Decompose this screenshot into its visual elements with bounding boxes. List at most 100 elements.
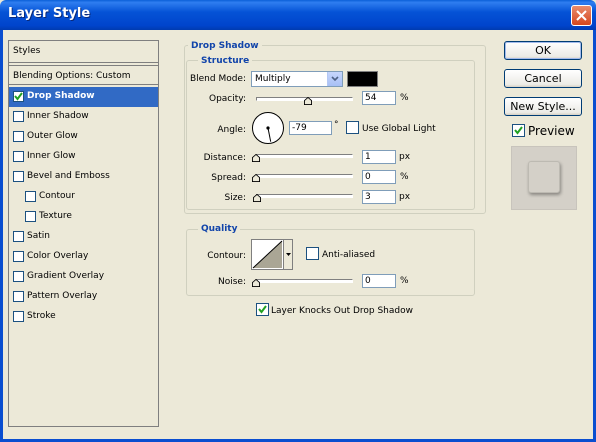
- blending-options-item[interactable]: Blending Options: Custom: [9, 65, 158, 85]
- style-item-label: Outer Glow: [27, 131, 78, 141]
- use-global-light-label: Use Global Light: [362, 124, 436, 134]
- styles-list[interactable]: Styles Blending Options: Custom Drop Sha…: [8, 40, 159, 427]
- preview-swatch: [511, 146, 577, 210]
- layer-knocks-out-checkbox[interactable]: [256, 303, 269, 316]
- style-item-inner-glow[interactable]: Inner Glow: [9, 147, 158, 167]
- style-item-bevel-and-emboss[interactable]: Bevel and Emboss: [9, 167, 158, 187]
- drop-shadow-title: Drop Shadow: [188, 41, 262, 51]
- checkmark-icon: [14, 92, 23, 101]
- angle-label: Angle:: [217, 125, 246, 135]
- spread-unit: %: [400, 172, 409, 182]
- chevron-down-icon: [331, 76, 339, 82]
- style-checkbox[interactable]: [25, 211, 36, 222]
- blend-mode-select[interactable]: Multiply: [251, 71, 343, 87]
- style-item-color-overlay[interactable]: Color Overlay: [9, 247, 158, 267]
- noise-unit: %: [400, 276, 409, 286]
- preview-checkbox[interactable]: [512, 124, 525, 137]
- quality-title: Quality: [198, 224, 241, 234]
- style-item-label: Stroke: [27, 311, 56, 321]
- style-item-contour[interactable]: Contour: [9, 187, 158, 207]
- blend-mode-label: Blend Mode:: [189, 74, 246, 84]
- anti-aliased-checkbox[interactable]: [306, 247, 319, 260]
- spread-field[interactable]: 0: [362, 170, 396, 184]
- structure-title: Structure: [198, 56, 253, 66]
- contour-dropdown-arrow[interactable]: [283, 240, 292, 269]
- use-global-light-checkbox[interactable]: [346, 121, 359, 134]
- style-item-satin[interactable]: Satin: [9, 227, 158, 247]
- style-checkbox[interactable]: [13, 131, 24, 142]
- cancel-button[interactable]: Cancel: [504, 69, 582, 88]
- opacity-slider-thumb[interactable]: [304, 97, 312, 105]
- style-checkbox[interactable]: [25, 191, 36, 202]
- opacity-unit: %: [400, 93, 409, 103]
- shadow-color-swatch[interactable]: [347, 71, 378, 87]
- angle-field[interactable]: -79: [289, 121, 332, 135]
- distance-label: Distance:: [203, 153, 246, 163]
- style-item-label: Pattern Overlay: [27, 291, 98, 301]
- blend-mode-dropdown-arrow[interactable]: [327, 72, 342, 86]
- contour-picker[interactable]: [251, 239, 293, 270]
- chevron-down-icon: [286, 253, 291, 256]
- opacity-field[interactable]: 54: [362, 91, 396, 105]
- style-item-texture[interactable]: Texture: [9, 207, 158, 227]
- angle-unit: °: [334, 120, 339, 130]
- preview-sample: [528, 161, 560, 193]
- style-checkbox[interactable]: [13, 171, 24, 182]
- style-item-label: Inner Glow: [27, 151, 76, 161]
- noise-slider-thumb[interactable]: [252, 279, 260, 287]
- style-checkbox[interactable]: [13, 91, 24, 102]
- angle-dial[interactable]: [251, 111, 285, 145]
- contour-preview-icon: [252, 240, 283, 269]
- opacity-label: Opacity:: [209, 94, 246, 104]
- close-icon: [576, 10, 587, 21]
- size-unit: px: [399, 192, 411, 202]
- ok-button[interactable]: OK: [504, 41, 582, 60]
- style-item-label: Gradient Overlay: [27, 271, 105, 281]
- layer-knocks-out-label: Layer Knocks Out Drop Shadow: [271, 306, 413, 316]
- distance-slider-track[interactable]: [256, 154, 353, 158]
- close-button[interactable]: [571, 5, 592, 26]
- style-item-label: Bevel and Emboss: [27, 171, 110, 181]
- style-checkbox[interactable]: [13, 251, 24, 262]
- size-slider-thumb[interactable]: [253, 194, 261, 202]
- style-item-drop-shadow[interactable]: Drop Shadow: [9, 87, 158, 107]
- size-slider-track[interactable]: [256, 194, 353, 198]
- noise-slider-track[interactable]: [256, 279, 353, 283]
- style-item-label: Contour: [39, 191, 75, 201]
- spread-slider-track[interactable]: [256, 174, 353, 178]
- checkmark-icon: [258, 305, 267, 314]
- style-checkbox[interactable]: [13, 151, 24, 162]
- style-checkbox[interactable]: [13, 291, 24, 302]
- style-item-gradient-overlay[interactable]: Gradient Overlay: [9, 267, 158, 287]
- styles-header: Styles: [9, 41, 158, 63]
- style-item-label: Color Overlay: [27, 251, 89, 261]
- anti-aliased-label: Anti-aliased: [322, 250, 376, 260]
- style-checkbox[interactable]: [13, 311, 24, 322]
- size-label: Size:: [224, 193, 246, 203]
- style-checkbox[interactable]: [13, 111, 24, 122]
- style-checkbox[interactable]: [13, 271, 24, 282]
- spread-label: Spread:: [211, 173, 246, 183]
- style-item-stroke[interactable]: Stroke: [9, 307, 158, 327]
- style-item-label: Satin: [27, 231, 50, 241]
- style-item-label: Texture: [39, 211, 72, 221]
- style-checkbox[interactable]: [13, 231, 24, 242]
- distance-unit: px: [399, 152, 411, 162]
- distance-slider-thumb[interactable]: [252, 154, 260, 162]
- checkmark-icon: [514, 126, 523, 135]
- style-item-pattern-overlay[interactable]: Pattern Overlay: [9, 287, 158, 307]
- style-item-label: Inner Shadow: [27, 111, 89, 121]
- style-item-outer-glow[interactable]: Outer Glow: [9, 127, 158, 147]
- style-item-label: Drop Shadow: [27, 91, 95, 101]
- spread-slider-thumb[interactable]: [252, 174, 260, 182]
- size-field[interactable]: 3: [362, 190, 396, 204]
- noise-field[interactable]: 0: [362, 274, 396, 288]
- new-style-button[interactable]: New Style...: [504, 97, 582, 116]
- noise-label: Noise:: [218, 277, 246, 287]
- preview-label: Preview: [528, 124, 575, 138]
- title-bar[interactable]: Layer Style: [0, 0, 596, 30]
- window-title: Layer Style: [8, 6, 91, 21]
- distance-field[interactable]: 1: [362, 150, 396, 164]
- blend-mode-value: Multiply: [255, 74, 291, 84]
- style-item-inner-shadow[interactable]: Inner Shadow: [9, 107, 158, 127]
